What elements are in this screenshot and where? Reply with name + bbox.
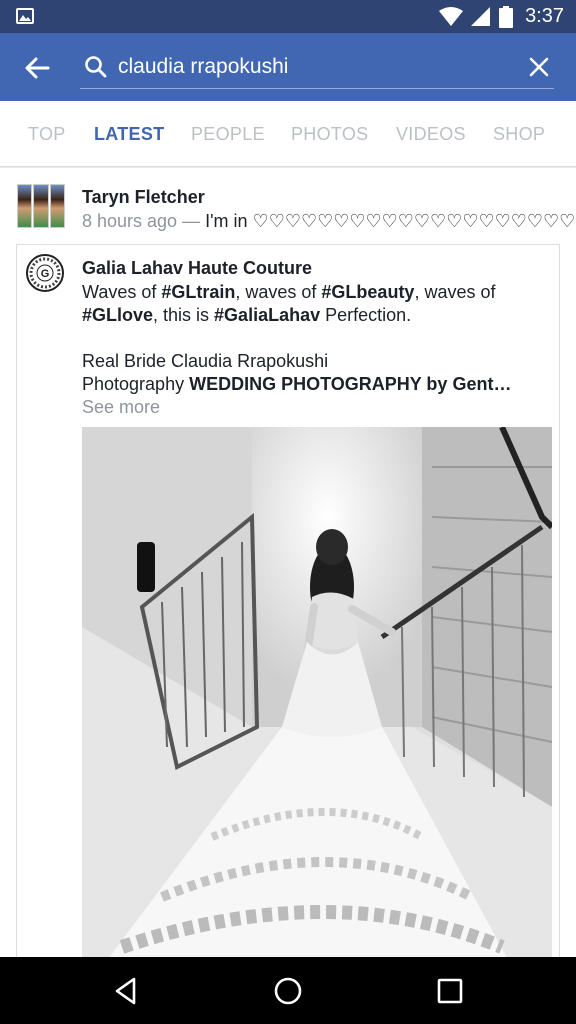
hashtag-galialahav[interactable]: #GaliaLahav bbox=[214, 305, 320, 325]
battery-icon bbox=[499, 5, 514, 28]
post-line-4: Photography WEDDING PHOTOGRAPHY by Gent… bbox=[82, 374, 512, 394]
page-logo[interactable]: G bbox=[26, 254, 64, 292]
story-meta: 8 hours ago — I'm in ♡♡♡♡♡♡♡♡♡♡♡♡♡♡♡♡♡♡♡… bbox=[82, 211, 575, 232]
search-field[interactable]: claudia rrapokushi bbox=[80, 45, 554, 89]
nav-back-button[interactable] bbox=[109, 974, 143, 1008]
back-arrow-icon bbox=[25, 57, 50, 79]
triangle-back-icon bbox=[115, 977, 136, 1005]
shared-post-card[interactable]: G Galia Lahav Haute Couture Waves of #GL… bbox=[16, 244, 560, 957]
android-navigation-bar bbox=[0, 957, 576, 1024]
hashtag-gllove[interactable]: #GLlove bbox=[82, 305, 153, 325]
avatar[interactable] bbox=[17, 184, 65, 228]
hashtag-glbeauty[interactable]: #GLbeauty bbox=[321, 282, 414, 302]
status-icons: 3:37 bbox=[439, 5, 564, 28]
hashtag-gltrain[interactable]: #GLtrain bbox=[161, 282, 235, 302]
post-text: Waves of #GLtrain, waves of #GLbeauty, w… bbox=[82, 281, 552, 419]
square-recents-icon bbox=[437, 978, 463, 1004]
results-feed: Taryn Fletcher 8 hours ago — I'm in ♡♡♡♡… bbox=[0, 168, 576, 957]
see-more-link[interactable]: See more bbox=[82, 396, 552, 419]
tab-latest[interactable]: LATEST bbox=[94, 124, 164, 145]
wifi-icon bbox=[439, 6, 464, 26]
post-line-2: #GLlove, this is #GaliaLahav Perfection. bbox=[82, 305, 412, 325]
search-icon bbox=[85, 56, 107, 78]
tab-people[interactable]: PEOPLE bbox=[191, 124, 265, 145]
search-header: claudia rrapokushi bbox=[0, 33, 576, 101]
nav-recents-button[interactable] bbox=[433, 974, 467, 1008]
status-time: 3:37 bbox=[525, 5, 564, 27]
meta-separator: — bbox=[182, 211, 201, 231]
close-icon bbox=[529, 57, 549, 77]
circle-home-icon bbox=[274, 977, 302, 1005]
status-bar: 3:37 bbox=[0, 0, 576, 33]
nav-home-button[interactable] bbox=[271, 974, 305, 1008]
clear-search-button[interactable] bbox=[526, 54, 552, 80]
story-header: Taryn Fletcher 8 hours ago — I'm in ♡♡♡♡… bbox=[17, 184, 575, 242]
post-line-3: Real Bride Claudia Rrapokushi bbox=[82, 351, 329, 371]
search-input[interactable]: claudia rrapokushi bbox=[118, 55, 288, 79]
page-name[interactable]: Galia Lahav Haute Couture bbox=[82, 258, 312, 279]
logo-letter: G bbox=[41, 268, 50, 280]
tab-photos[interactable]: PHOTOS bbox=[291, 124, 368, 145]
tab-top[interactable]: TOP bbox=[28, 124, 66, 145]
gallery-notification-icon bbox=[16, 8, 34, 24]
photographer-name[interactable]: WEDDING PHOTOGRAPHY by Gent… bbox=[189, 374, 511, 394]
tab-shop[interactable]: SHOP bbox=[493, 124, 545, 145]
author-name[interactable]: Taryn Fletcher bbox=[82, 187, 205, 208]
search-filter-tabs: TOP LATEST PEOPLE PHOTOS VIDEOS SHOP bbox=[0, 101, 576, 167]
post-line-1: Waves of #GLtrain, waves of #GLbeauty, w… bbox=[82, 282, 496, 302]
cell-signal-icon bbox=[471, 6, 491, 26]
activity-text: I'm in ♡♡♡♡♡♡♡♡♡♡♡♡♡♡♡♡♡♡♡♡ bbox=[205, 211, 576, 231]
tab-videos[interactable]: VIDEOS bbox=[396, 124, 466, 145]
post-photo[interactable] bbox=[82, 427, 552, 957]
post-timestamp[interactable]: 8 hours ago bbox=[82, 211, 177, 231]
back-button[interactable] bbox=[22, 53, 52, 83]
